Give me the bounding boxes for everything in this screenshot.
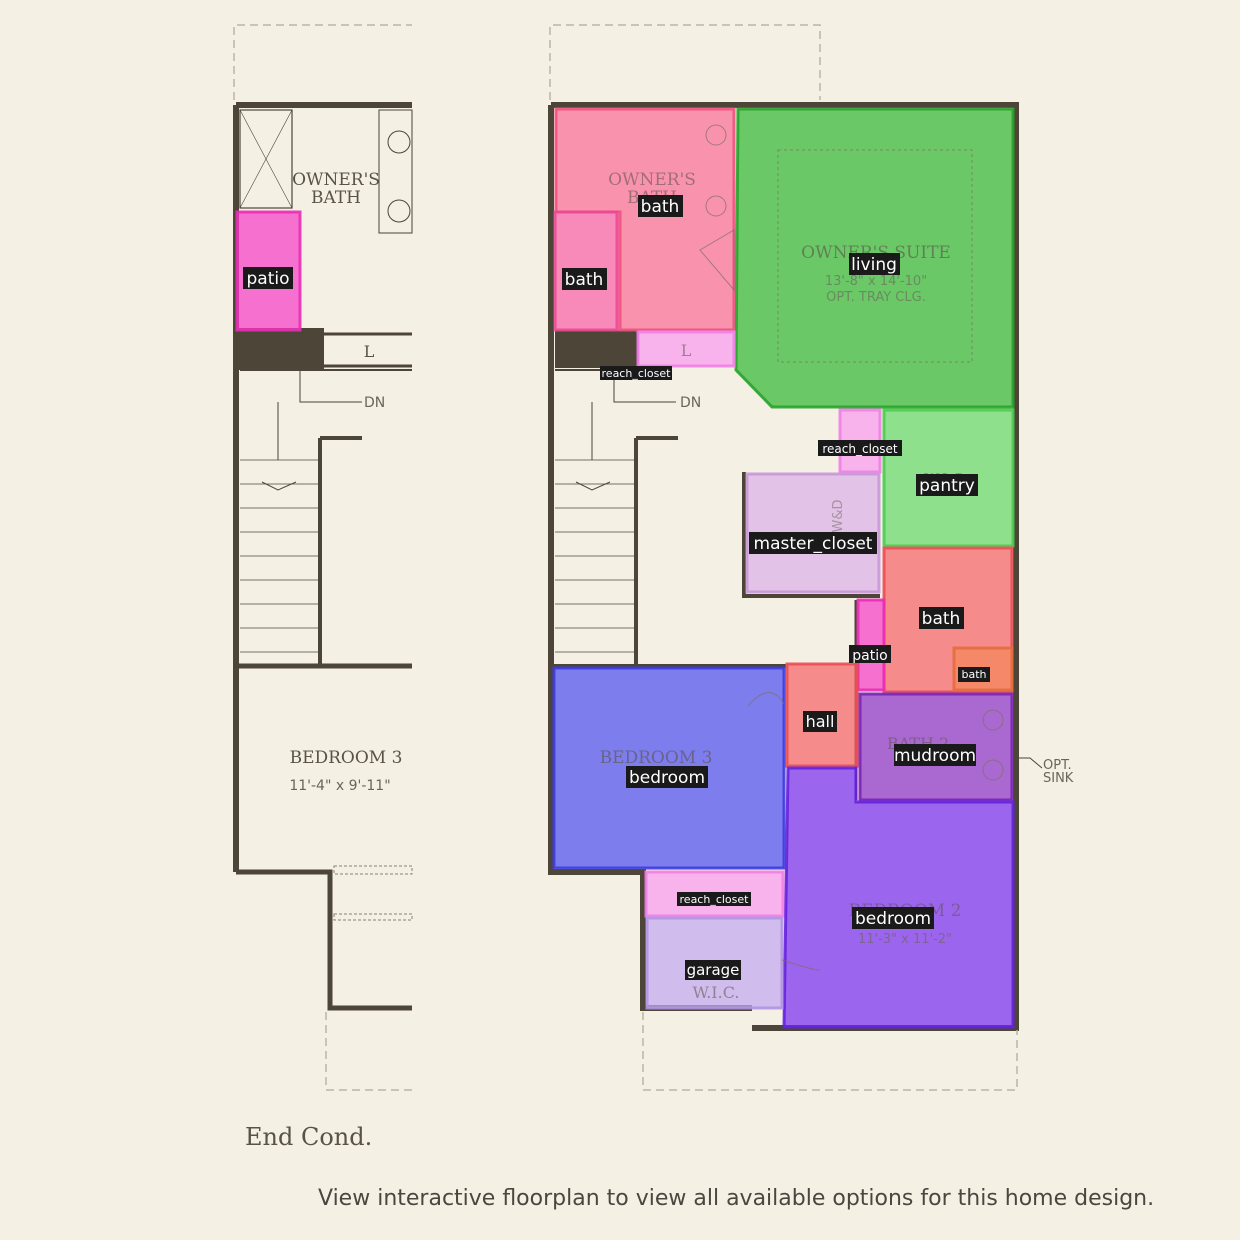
opt-sink-label-2: SINK <box>1043 771 1074 786</box>
svg-text:bedroom: bedroom <box>629 768 705 788</box>
end-cond-label: End Cond. <box>245 1123 372 1151</box>
svg-text:bath: bath <box>922 609 961 629</box>
svg-text:patio: patio <box>247 269 290 289</box>
tag-patio-mid: patio <box>849 645 891 664</box>
tag-living: living <box>849 253 900 275</box>
owners-suite-dims: 13'-8" x 14'-10" <box>825 274 927 289</box>
svg-text:reach_closet: reach_closet <box>602 367 672 380</box>
floorplan-diagram: OWNER'S BATH L DN BEDROOM 3 11'-4" x 9'-… <box>233 24 1074 1151</box>
svg-text:pantry: pantry <box>919 476 975 496</box>
tag-master-closet: master_closet <box>749 532 877 554</box>
interactive-floorplan-note: View interactive floorplan to view all a… <box>318 1186 1155 1211</box>
svg-text:reach_closet: reach_closet <box>680 893 750 906</box>
tag-bath-owner-wc: bath <box>562 268 607 290</box>
svg-text:hall: hall <box>806 712 835 731</box>
tag-reach-closet-mid: reach_closet <box>818 440 902 456</box>
tag-hall: hall <box>803 711 837 732</box>
region-bedroom-2 <box>782 766 1015 1029</box>
tag-patio-left: patio <box>243 267 293 289</box>
left-linen-label: L <box>364 342 375 361</box>
tag-mudroom: mudroom <box>894 744 976 766</box>
tag-reach-closet-lower: reach_closet <box>677 892 751 906</box>
left-bedroom3-dims: 11'-4" x 9'-11" <box>289 778 390 794</box>
svg-text:garage: garage <box>687 961 740 979</box>
tag-pantry: pantry <box>916 474 978 496</box>
linen-label: L <box>681 341 692 360</box>
owners-suite-note: OPT. TRAY CLG. <box>826 290 926 305</box>
left-stairs-dn-label: DN <box>364 395 385 411</box>
svg-text:mudroom: mudroom <box>894 746 976 766</box>
tag-bath-hall: bath <box>919 607 964 629</box>
bedroom3-label: BEDROOM 3 <box>600 748 713 768</box>
svg-text:bath: bath <box>565 270 604 290</box>
stairs-dn-label: DN <box>680 395 701 411</box>
svg-text:living: living <box>851 255 897 275</box>
tag-bath-small: bath <box>958 667 990 682</box>
tag-bedroom-3: bedroom <box>626 766 708 788</box>
owners-bath-label-1: OWNER'S <box>608 170 696 190</box>
svg-text:bath: bath <box>641 197 680 217</box>
svg-text:bath: bath <box>961 668 986 681</box>
svg-text:reach_closet: reach_closet <box>822 442 898 456</box>
svg-text:bedroom: bedroom <box>855 909 931 929</box>
wic-lower-label: W.I.C. <box>693 983 740 1002</box>
tag-bath-owner: bath <box>638 195 683 217</box>
wd-label: W&D <box>831 499 846 532</box>
tag-garage: garage <box>685 960 741 980</box>
tag-reach-closet-linen: reach_closet <box>600 366 672 380</box>
left-owners-bath-label-2: BATH <box>311 188 361 208</box>
bedroom2-dims: 11'-3" x 11'-2" <box>858 932 952 947</box>
tag-bedroom-2: bedroom <box>852 907 934 929</box>
svg-text:master_closet: master_closet <box>754 534 873 554</box>
left-bedroom3-label: BEDROOM 3 <box>290 748 403 768</box>
svg-text:patio: patio <box>852 648 887 664</box>
left-owners-bath-label-1: OWNER'S <box>292 170 380 190</box>
